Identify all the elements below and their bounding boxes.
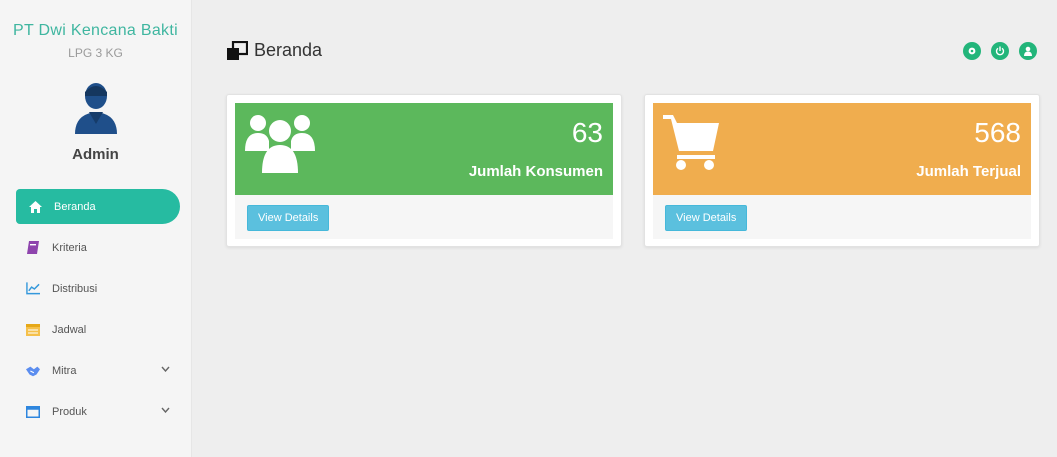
users-icon [245, 115, 315, 173]
handshake-icon [26, 364, 40, 378]
sidebar-item-jadwal[interactable]: Jadwal [0, 312, 192, 347]
avatar [73, 80, 119, 134]
stat-card-footer: View Details [653, 195, 1031, 239]
stat-label: Jumlah Konsumen [468, 163, 603, 180]
sidebar-item-label: Distribusi [52, 282, 98, 295]
clone-icon [227, 40, 248, 60]
view-details-button[interactable]: View Details [665, 205, 748, 231]
settings-button[interactable] [963, 42, 981, 60]
sidebar: PT Dwi Kencana Bakti LPG 3 KG Admin Bera… [0, 0, 192, 457]
settings-icon [968, 47, 976, 55]
sidebar-item-label: Beranda [54, 200, 96, 213]
header-actions [963, 42, 1037, 60]
brand-subtitle: LPG 3 KG [68, 46, 123, 60]
chevron-down-icon [161, 364, 170, 375]
sidebar-item-kriteria[interactable]: Kriteria [0, 230, 192, 265]
brand-name: PT Dwi Kencana Bakti [13, 22, 178, 39]
power-icon [995, 46, 1005, 56]
stat-value: 568 [974, 117, 1021, 148]
window-icon [26, 405, 40, 419]
sidebar-item-beranda[interactable]: Beranda [16, 189, 180, 224]
calendar-icon [26, 323, 40, 337]
book-icon [26, 241, 40, 255]
stat-value: 63 [571, 117, 603, 148]
stat-card-terjual: 568 Jumlah Terjual View Details [644, 94, 1040, 247]
chevron-down-icon [161, 405, 170, 416]
sidebar-item-label: Produk [52, 405, 87, 418]
stat-card-footer: View Details [235, 195, 613, 239]
sidebar-item-distribusi[interactable]: Distribusi [0, 271, 192, 306]
main-content: Beranda 63 Jumlah Konsumen View Details … [192, 0, 1057, 457]
sidebar-item-label: Mitra [52, 364, 77, 377]
user-avatar-icon [74, 83, 117, 134]
user-icon [1024, 46, 1032, 56]
page-header: Beranda [226, 40, 322, 61]
sidebar-item-mitra[interactable]: Mitra [0, 353, 192, 388]
page-title: Beranda [254, 40, 323, 60]
line-chart-icon [26, 282, 40, 296]
cart-icon [663, 115, 719, 170]
stat-card-konsumen: 63 Jumlah Konsumen View Details [226, 94, 622, 247]
home-icon [28, 200, 42, 214]
power-button[interactable] [991, 42, 1009, 60]
profile-name: Admin [72, 146, 119, 163]
sidebar-menu: Beranda Kriteria Distribusi Jadwal Mitra [0, 189, 192, 435]
sidebar-item-label: Jadwal [52, 323, 87, 336]
user-button[interactable] [1019, 42, 1037, 60]
view-details-button[interactable]: View Details [247, 205, 330, 231]
stat-card-header: 568 Jumlah Terjual [653, 103, 1031, 195]
stat-card-header: 63 Jumlah Konsumen [235, 103, 613, 195]
sidebar-item-label: Kriteria [52, 241, 87, 254]
sidebar-item-produk[interactable]: Produk [0, 394, 192, 429]
stat-label: Jumlah Terjual [916, 163, 1021, 180]
